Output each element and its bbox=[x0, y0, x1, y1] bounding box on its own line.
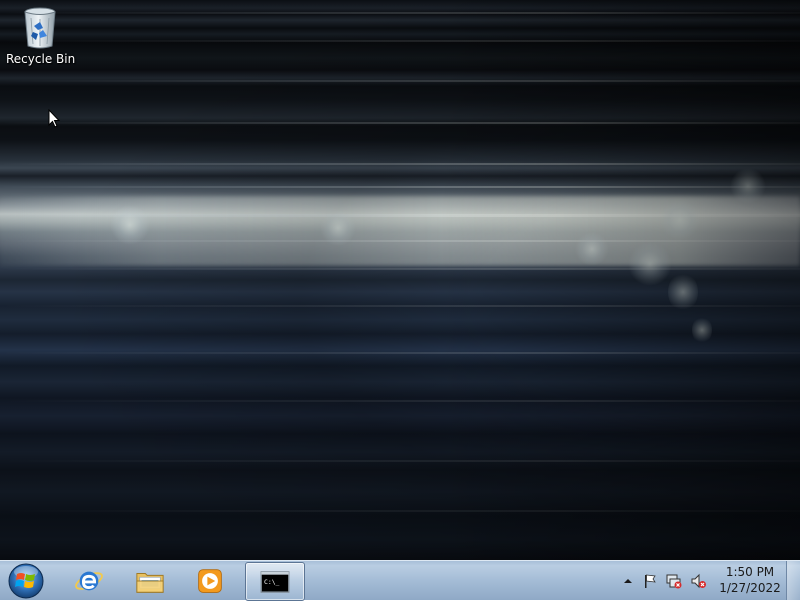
folder-icon bbox=[136, 572, 164, 593]
taskbar-windows-explorer[interactable] bbox=[121, 562, 179, 599]
action-center-flag-icon[interactable] bbox=[642, 573, 658, 589]
command-prompt-icon: C:\_ bbox=[260, 570, 290, 593]
clock-time: 1:50 PM bbox=[725, 565, 775, 579]
desktop[interactable]: Recycle Bin bbox=[0, 0, 800, 560]
recycle-bin-label: Recycle Bin bbox=[6, 52, 76, 66]
start-button[interactable] bbox=[4, 561, 48, 601]
media-player-icon bbox=[198, 568, 222, 593]
taskbar-internet-explorer[interactable] bbox=[60, 562, 118, 599]
show-desktop-button[interactable] bbox=[786, 561, 800, 600]
internet-explorer-icon bbox=[75, 571, 103, 590]
taskbar-clock[interactable]: 1:50 PM 1/27/2022 bbox=[712, 564, 788, 598]
taskbar-command-prompt[interactable]: C:\_ bbox=[245, 562, 305, 601]
clock-date: 1/27/2022 bbox=[719, 581, 781, 595]
recycle-bin-icon bbox=[24, 7, 56, 49]
recycle-bin-shortcut[interactable]: Recycle Bin bbox=[6, 4, 76, 76]
windows-logo-icon bbox=[8, 563, 44, 599]
notification-area bbox=[612, 561, 716, 600]
volume-muted-icon[interactable] bbox=[690, 573, 706, 589]
mouse-cursor-icon bbox=[48, 109, 60, 128]
wallpaper-shade bbox=[0, 0, 800, 560]
taskbar-media-player[interactable] bbox=[181, 562, 239, 599]
command-prompt-glyph: C:\_ bbox=[264, 577, 280, 585]
show-hidden-icons-icon[interactable] bbox=[620, 573, 636, 589]
network-icon[interactable] bbox=[666, 573, 682, 589]
taskbar: C:\_ 1:50 PM 1/27/2022 bbox=[0, 560, 800, 601]
